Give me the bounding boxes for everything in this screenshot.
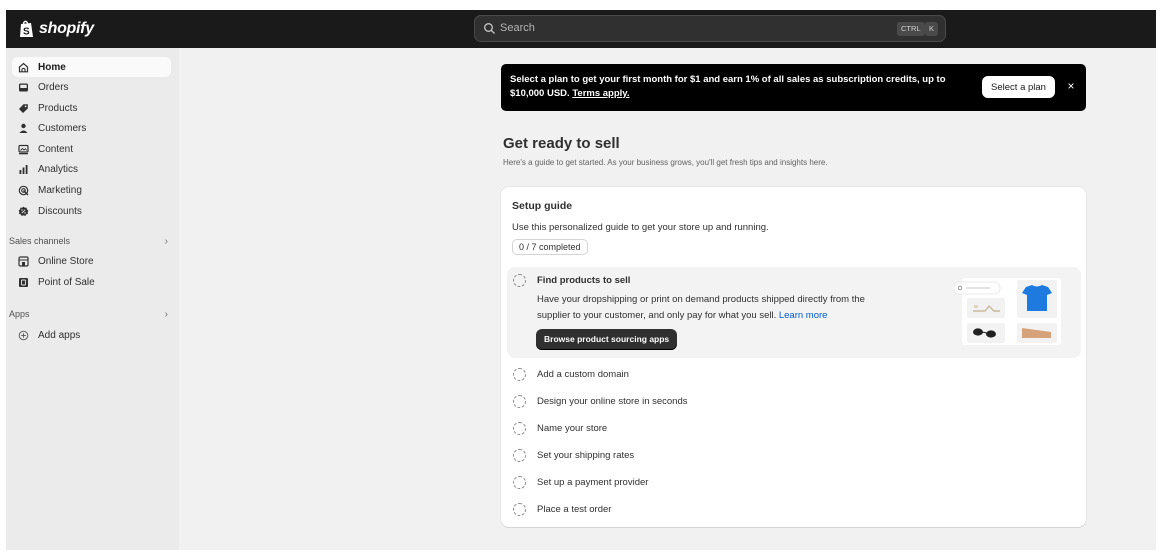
task-checkbox-icon[interactable] bbox=[513, 503, 526, 516]
sidebar-item-marketing[interactable]: Marketing bbox=[12, 180, 171, 200]
sidebar: Home Orders Products Customers Content A… bbox=[6, 48, 179, 550]
sidebar-item-add-apps[interactable]: Add apps bbox=[12, 325, 171, 345]
target-icon bbox=[18, 185, 29, 195]
sidebar-item-label: Add apps bbox=[38, 329, 81, 341]
task-shipping-rates[interactable]: Set your shipping rates bbox=[507, 447, 1067, 465]
sidebar-item-online-store[interactable]: Online Store bbox=[12, 251, 171, 271]
plus-circle-icon bbox=[18, 330, 29, 340]
task-find-products[interactable]: Find products to sell Have your dropship… bbox=[507, 267, 1081, 358]
terms-link[interactable]: Terms apply. bbox=[572, 88, 629, 99]
product-sourcing-illustration bbox=[954, 278, 1061, 345]
sidebar-item-discounts[interactable]: Discounts bbox=[12, 201, 171, 221]
plan-banner: Select a plan to get your first month fo… bbox=[501, 64, 1086, 111]
sidebar-item-label: Discounts bbox=[38, 205, 82, 217]
search-bar[interactable]: Search CTRL K bbox=[474, 15, 946, 42]
sidebar-item-label: Home bbox=[38, 61, 66, 73]
page-title: Get ready to sell bbox=[503, 135, 620, 152]
shortcut-k-key: K bbox=[925, 22, 939, 36]
apps-header[interactable]: Apps › bbox=[9, 306, 172, 322]
shopify-bag-icon: S bbox=[20, 20, 33, 38]
apps-label: Apps bbox=[9, 309, 30, 319]
task-checkbox-icon[interactable] bbox=[513, 422, 526, 435]
task-add-custom-domain[interactable]: Add a custom domain bbox=[507, 366, 1067, 384]
task-payment-provider[interactable]: Set up a payment provider bbox=[507, 474, 1067, 492]
sidebar-item-analytics[interactable]: Analytics bbox=[12, 159, 171, 179]
store-icon bbox=[18, 255, 29, 267]
chevron-right-icon: › bbox=[164, 235, 168, 247]
chevron-right-icon: › bbox=[164, 308, 168, 320]
search-placeholder: Search bbox=[500, 22, 535, 34]
task-label: Set up a payment provider bbox=[537, 477, 649, 488]
setup-guide-card: Setup guide Use this personalized guide … bbox=[501, 187, 1086, 527]
task-description: Have your dropshipping or print on deman… bbox=[537, 292, 897, 323]
task-checkbox-icon[interactable] bbox=[513, 395, 526, 408]
sidebar-item-label: Orders bbox=[38, 81, 69, 93]
task-label: Name your store bbox=[537, 423, 608, 434]
top-bar: S shopify Search CTRL K bbox=[6, 10, 1156, 48]
sidebar-item-label: Customers bbox=[38, 122, 87, 134]
tag-icon bbox=[19, 103, 28, 113]
task-label: Design your online store in seconds bbox=[537, 396, 688, 407]
page-subtitle: Here's a guide to get started. As your b… bbox=[503, 158, 828, 167]
sidebar-item-content[interactable]: Content bbox=[12, 139, 171, 159]
discount-icon bbox=[18, 206, 29, 216]
task-name-store[interactable]: Name your store bbox=[507, 420, 1067, 438]
sales-channels-label: Sales channels bbox=[9, 236, 71, 246]
task-label: Place a test order bbox=[537, 504, 612, 515]
svg-text:S: S bbox=[23, 27, 30, 38]
shopify-logo[interactable]: S shopify bbox=[18, 19, 94, 38]
home-icon bbox=[18, 62, 29, 72]
task-label: Add a custom domain bbox=[537, 369, 629, 380]
select-plan-button[interactable]: Select a plan bbox=[982, 76, 1055, 98]
logo-wordmark: shopify bbox=[39, 19, 94, 37]
sidebar-item-products[interactable]: Products bbox=[12, 98, 171, 118]
sidebar-item-customers[interactable]: Customers bbox=[12, 118, 171, 138]
task-design-store[interactable]: Design your online store in seconds bbox=[507, 393, 1067, 411]
sidebar-item-label: Products bbox=[38, 102, 78, 114]
search-icon bbox=[484, 23, 495, 34]
sidebar-item-home[interactable]: Home bbox=[12, 57, 171, 77]
sidebar-item-orders[interactable]: Orders bbox=[12, 77, 171, 97]
banner-text: Select a plan to get your first month fo… bbox=[510, 73, 960, 101]
sidebar-item-label: Content bbox=[38, 143, 74, 155]
person-icon bbox=[19, 123, 28, 133]
sidebar-item-point-of-sale[interactable]: Point of Sale bbox=[12, 272, 171, 292]
task-checkbox-icon[interactable] bbox=[513, 449, 526, 462]
progress-badge: 0 / 7 completed bbox=[512, 239, 588, 255]
task-checkbox-icon[interactable] bbox=[513, 274, 526, 287]
close-icon[interactable]: × bbox=[1065, 79, 1077, 93]
task-test-order[interactable]: Place a test order bbox=[507, 501, 1067, 519]
sidebar-item-label: Marketing bbox=[38, 184, 82, 196]
task-checkbox-icon[interactable] bbox=[513, 476, 526, 489]
pos-icon bbox=[19, 277, 28, 287]
sidebar-item-label: Point of Sale bbox=[38, 276, 95, 288]
inbox-icon bbox=[19, 83, 28, 91]
sales-channels-header[interactable]: Sales channels › bbox=[9, 233, 172, 249]
browse-sourcing-apps-button[interactable]: Browse product sourcing apps bbox=[536, 329, 678, 350]
task-label: Set your shipping rates bbox=[537, 450, 635, 461]
shortcut-ctrl-key: CTRL bbox=[897, 22, 925, 36]
setup-guide-title: Setup guide bbox=[512, 200, 573, 212]
task-checkbox-icon[interactable] bbox=[513, 368, 526, 381]
sidebar-item-label: Online Store bbox=[38, 255, 94, 267]
setup-guide-description: Use this personalized guide to get your … bbox=[512, 222, 769, 233]
sidebar-item-label: Analytics bbox=[38, 163, 79, 175]
task-title: Find products to sell bbox=[537, 275, 631, 286]
bar-chart-icon bbox=[19, 164, 28, 174]
image-icon bbox=[18, 144, 29, 154]
learn-more-link[interactable]: Learn more bbox=[779, 310, 828, 321]
